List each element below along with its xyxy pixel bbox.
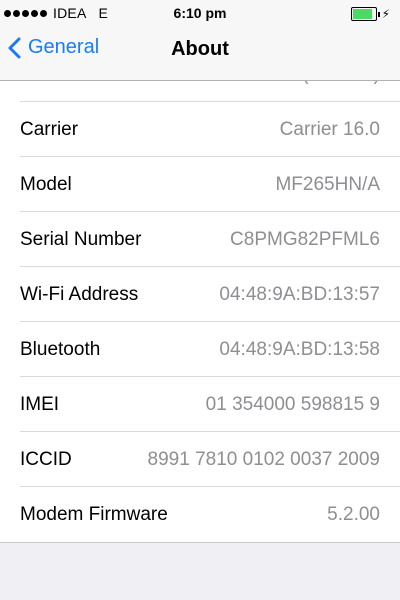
row-value: 04:48:9A:BD:13:57 [219, 283, 380, 305]
list-item-imei[interactable]: IMEI 01 354000 598815 9 [0, 377, 400, 432]
row-value: 04:48:9A:BD:13:58 [219, 338, 380, 360]
row-label: Serial Number [20, 228, 142, 250]
row-value: Carrier 16.0 [279, 118, 380, 140]
battery-icon: ⚡ [350, 7, 390, 21]
battery-fill [352, 9, 373, 19]
status-bar: IDEA E 6:10 pm ⚡ [0, 0, 400, 26]
list-item-modem-firmware[interactable]: Modem Firmware 5.2.00 [0, 487, 400, 542]
row-value: MF265HN/A [275, 173, 380, 195]
list-item-carrier[interactable]: Carrier Carrier 16.0 [0, 102, 400, 157]
row-value: 5.2.00 [327, 503, 380, 525]
about-info-list: Version 7.1 (11D167) Carrier Carrier 16.… [0, 47, 400, 543]
charging-bolt-icon: ⚡ [381, 7, 390, 21]
list-item-bluetooth[interactable]: Bluetooth 04:48:9A:BD:13:58 [0, 322, 400, 377]
row-label: Bluetooth [20, 338, 101, 360]
row-label: IMEI [20, 393, 60, 415]
navigation-bar: General About [0, 26, 400, 80]
list-item-model[interactable]: Model MF265HN/A [0, 157, 400, 212]
row-label: Modem Firmware [20, 503, 168, 525]
row-label: ICCID [20, 448, 72, 470]
list-item-iccid[interactable]: ICCID 8991 7810 0102 0037 2009 [0, 432, 400, 487]
row-label: Wi-Fi Address [20, 283, 139, 305]
list-item-wifi-address[interactable]: Wi-Fi Address 04:48:9A:BD:13:57 [0, 267, 400, 322]
settings-about-screen: Version 7.1 (11D167) Carrier Carrier 16.… [0, 0, 400, 600]
list-item-serial-number[interactable]: Serial Number C8PMG82PFML6 [0, 212, 400, 267]
row-label: Carrier [20, 118, 79, 140]
top-bar: IDEA E 6:10 pm ⚡ General About [0, 0, 400, 81]
status-time: 6:10 pm [173, 5, 227, 21]
row-value: C8PMG82PFML6 [230, 228, 380, 250]
page-title: About [171, 38, 229, 60]
row-value: 8991 7810 0102 0037 2009 [147, 448, 380, 470]
row-label: Model [20, 173, 72, 195]
row-value: 01 354000 598815 9 [205, 393, 380, 415]
